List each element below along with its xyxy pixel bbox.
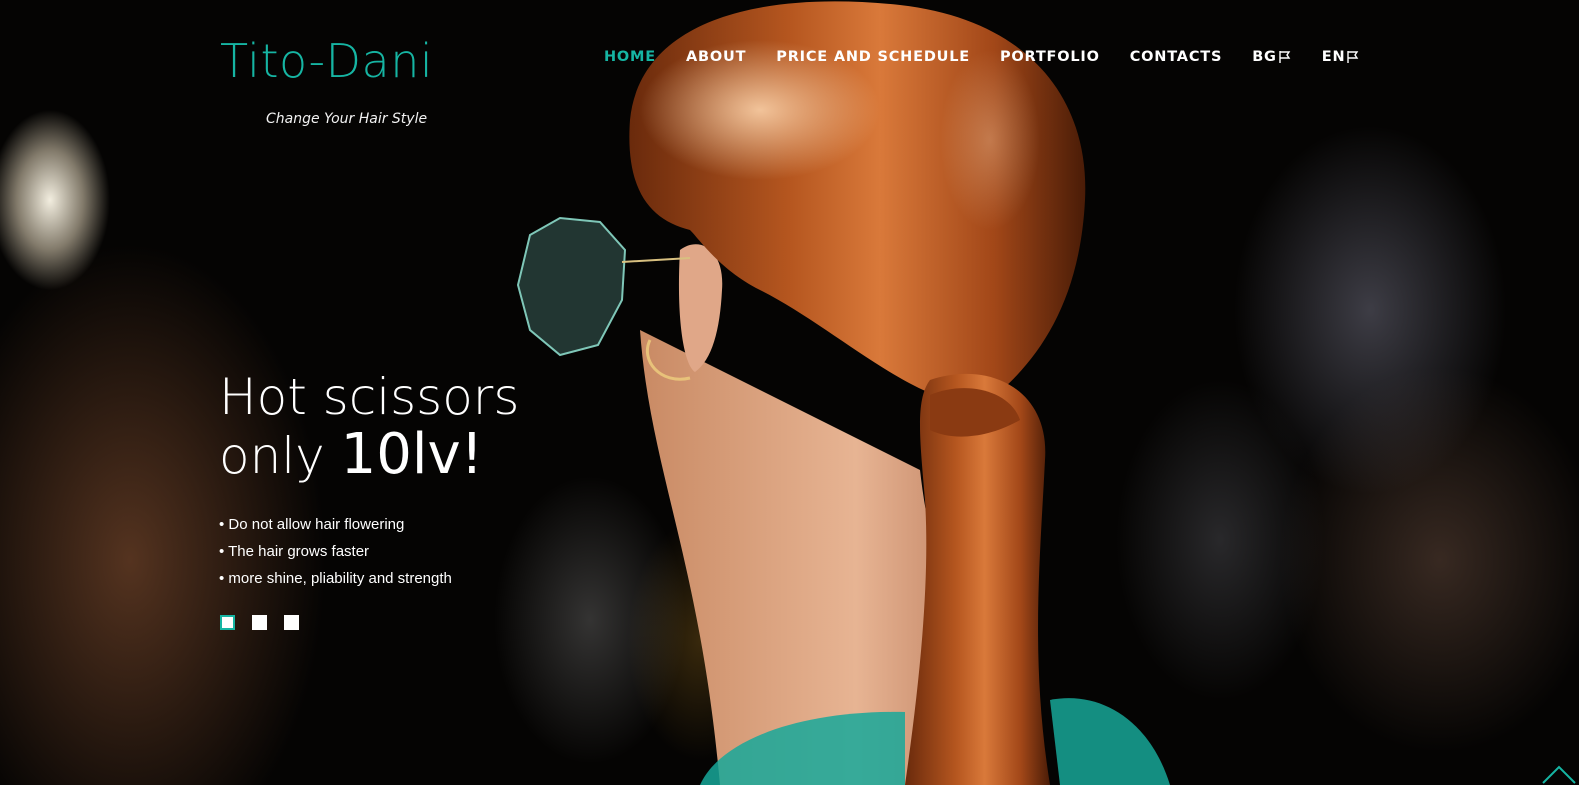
slider-dot-3[interactable] (284, 615, 299, 630)
slider-dot-1[interactable] (220, 615, 235, 630)
main-navigation: HOME ABOUT PRICE AND SCHEDULE PORTFOLIO … (604, 49, 1390, 65)
list-item: • more shine, pliability and strength (219, 570, 452, 587)
nav-item-label: ABOUT (686, 49, 747, 65)
slide-headline: Hot scissors only 10lv! (219, 368, 519, 485)
list-item: • The hair grows faster (219, 543, 370, 560)
slide-headline-line1: Hot scissors (219, 368, 520, 426)
slide-headline-price: 10lv! (340, 422, 484, 487)
slide-headline-prefix: only (219, 427, 341, 485)
nav-item-label: EN (1321, 49, 1346, 65)
slider-dot-2[interactable] (252, 615, 267, 630)
nav-item-language-bg[interactable]: BG (1252, 49, 1292, 65)
site-tagline: Change Your Hair Style (266, 111, 428, 127)
nav-item-home[interactable]: HOME (604, 49, 656, 65)
nav-item-language-en[interactable]: EN (1322, 49, 1361, 65)
nav-item-label: PRICE AND SCHEDULE (776, 49, 970, 65)
nav-item-price-and-schedule[interactable]: PRICE AND SCHEDULE (776, 49, 970, 65)
nav-item-about[interactable]: ABOUT (686, 49, 746, 65)
flag-icon (1279, 51, 1291, 63)
nav-item-label: PORTFOLIO (999, 49, 1100, 65)
nav-item-contacts[interactable]: CONTACTS (1130, 49, 1222, 65)
nav-item-label: HOME (604, 49, 656, 65)
list-item: • Do not allow hair flowering (219, 516, 405, 533)
slider-pagination (220, 615, 299, 630)
slide-headline-line2: only 10lv! (219, 426, 519, 486)
chevron-up-icon (1542, 765, 1576, 784)
nav-item-portfolio[interactable]: PORTFOLIO (1000, 49, 1100, 65)
slide-feature-list: • Do not allow hair flowering • The hair… (219, 511, 452, 592)
site-logo[interactable]: Tito-Dani (220, 38, 433, 84)
flag-icon (1347, 51, 1359, 63)
nav-item-label: CONTACTS (1129, 49, 1223, 65)
back-to-top-button[interactable] (1539, 759, 1579, 785)
nav-item-label: BG (1252, 49, 1277, 65)
